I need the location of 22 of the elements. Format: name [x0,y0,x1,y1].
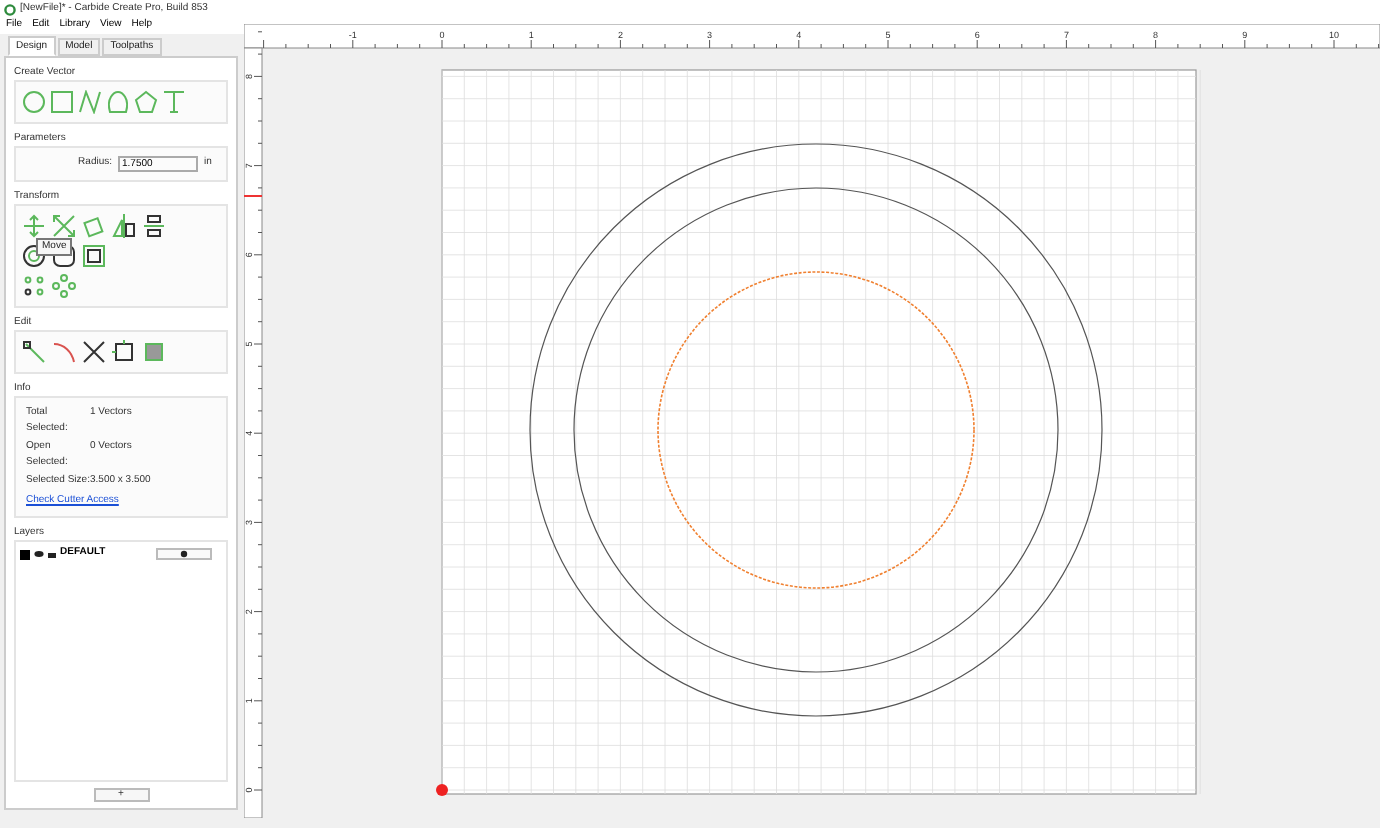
boundary-icon[interactable] [112,340,136,364]
align-icon[interactable] [142,214,166,238]
origin-marker-icon [436,784,448,796]
eye-icon[interactable] [34,550,44,558]
curve-cut-icon[interactable] [52,340,76,364]
polyline-icon[interactable] [78,90,102,114]
inset-square-icon[interactable] [82,244,106,268]
layer-color-swatch[interactable] [20,549,30,559]
layer-settings-button[interactable] [156,548,212,560]
gear-icon [180,550,188,558]
mirror-icon[interactable] [112,214,136,238]
offset-icon[interactable] [22,244,46,268]
curve-icon[interactable] [106,90,130,114]
text-tool-icon[interactable] [162,90,186,114]
circle-icon[interactable] [22,90,46,114]
dots-grid-icon[interactable] [22,274,46,298]
lock-icon[interactable] [48,550,56,558]
pentagon-icon[interactable] [134,90,158,114]
trim-icon[interactable] [82,340,106,364]
node-edit-icon[interactable] [22,340,46,364]
rectangle-icon[interactable] [50,90,74,114]
app-icon [4,3,16,15]
